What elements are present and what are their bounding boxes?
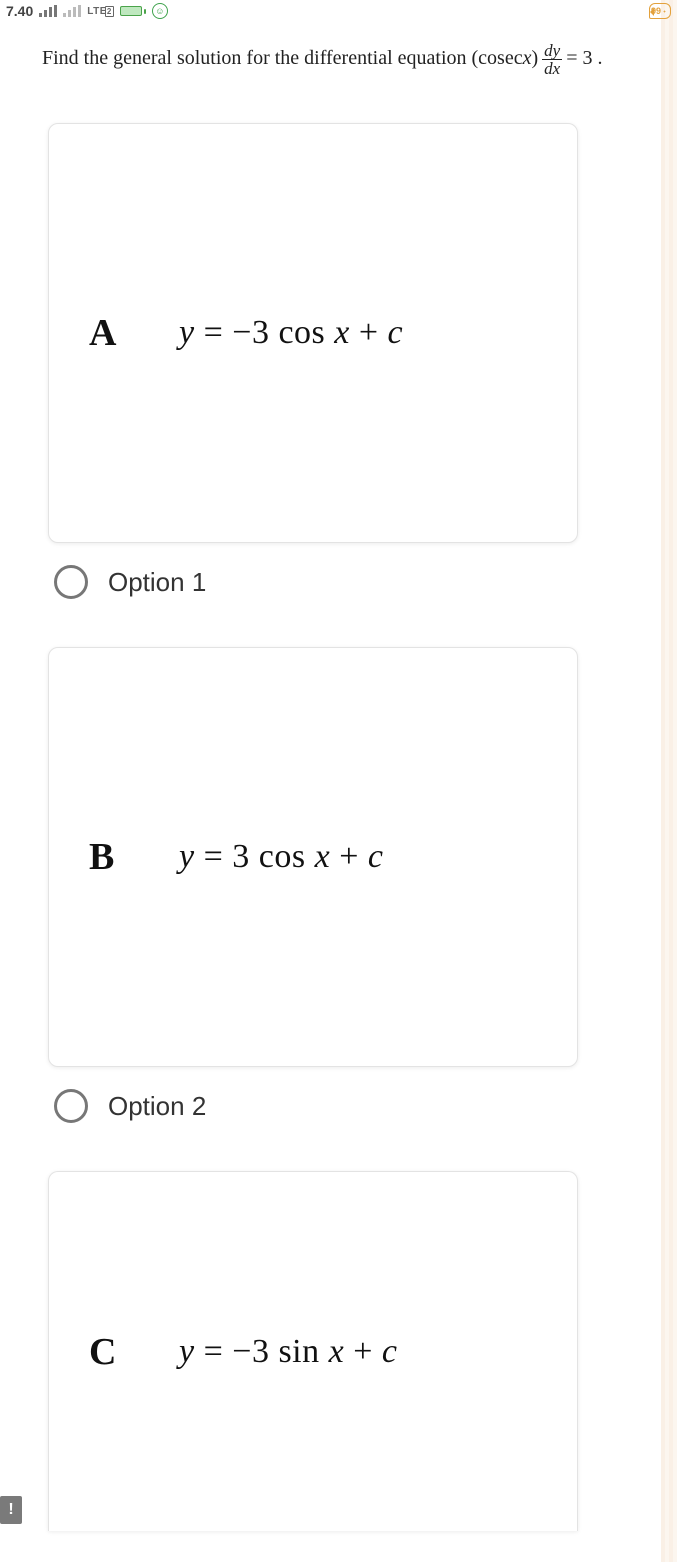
chat-badge-icon: 99 [649,3,671,19]
question-suffix: = 3 . [566,44,602,72]
question-text: Find the general solution for the differ… [42,40,639,75]
signal-2-icon [63,5,81,17]
battery-icon [120,6,146,16]
radio-option-2[interactable] [54,1089,88,1123]
status-bar: 7.40 LTE2 ☺ 99 [0,0,677,22]
smiley-icon: ☺ [152,3,168,19]
option-letter: A [89,311,179,355]
scrollbar-track[interactable] [661,0,677,1562]
question-close: ) [531,44,538,72]
status-left: 7.40 LTE2 ☺ [6,3,168,19]
status-time: 7.40 [6,3,33,19]
fraction-numerator: dy [542,42,562,60]
question-var: x [523,44,532,72]
option-card-b: B y = 3 cos x + c [48,647,578,1067]
option-letter: C [89,1330,179,1374]
network-label: LTE2 [87,6,114,17]
fraction-denominator: dx [542,60,562,77]
option-1-label: Option 1 [108,567,206,598]
option-formula: y = 3 cos x + c [179,838,383,876]
main-content: Find the general solution for the differ… [0,22,677,1531]
question-prefix: Find the general solution for the differ… [42,44,523,72]
option-1-row[interactable]: Option 1 [54,565,639,599]
option-2-label: Option 2 [108,1091,206,1122]
status-right: 99 [649,3,671,19]
alert-icon[interactable]: ! [0,1496,22,1524]
option-formula: y = −3 cos x + c [179,314,403,352]
option-card-a: A y = −3 cos x + c [48,123,578,543]
signal-1-icon [39,5,57,17]
option-formula: y = −3 sin x + c [179,1333,398,1371]
option-letter: B [89,835,179,879]
fraction-dy-dx: dy dx [542,42,562,77]
option-card-c: C y = −3 sin x + c [48,1171,578,1531]
radio-option-1[interactable] [54,565,88,599]
option-2-row[interactable]: Option 2 [54,1089,639,1123]
